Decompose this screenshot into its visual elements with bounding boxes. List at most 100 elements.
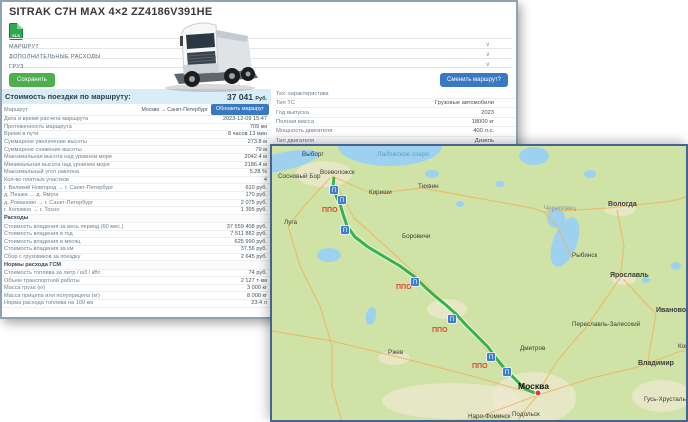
row-value: 2186.4 м <box>244 162 267 168</box>
toll-checkpoint-label: ППО <box>396 284 412 291</box>
map-water <box>495 181 505 187</box>
row-value: 8 000 кг <box>247 293 267 299</box>
specs-panel: Тех. характеристики Тип ТСГрузовые автом… <box>276 89 518 146</box>
row-label: г. Коломно → г. Тосно <box>4 207 59 213</box>
table-row: Тип ТСГрузовые автомобили <box>276 99 518 108</box>
table-row: Максимальная высота над уровнем моря2042… <box>2 154 271 162</box>
map-city-label: Гусь-Хрустальный <box>644 395 686 403</box>
row-label: Масса груза (кг) <box>4 285 45 291</box>
table-row: Стоимость владения в месяц 625 990 руб. <box>2 238 271 246</box>
row-value: 79 м <box>255 147 267 153</box>
cost-panel: Стоимость поездки по маршруту: 37 041 Ру… <box>2 89 271 308</box>
row-label: Объем транспортной работы <box>4 278 80 284</box>
table-row: д. Романово → г. Санкт-Петербург 2 075 ру… <box>2 200 271 208</box>
row-value: 3 000 кг <box>247 285 267 291</box>
table-row: Мощность двигателя400 л.с. <box>276 127 518 136</box>
row-value: 273.8 м <box>248 139 267 145</box>
table-row: Сбор с грузовиков за поездку 2 645 руб. <box>2 254 271 262</box>
table-section-row: Нормы расхода ГСМ <box>2 261 271 270</box>
svg-text:П: П <box>413 280 417 286</box>
toll-marker[interactable]: П <box>487 353 496 362</box>
table-row: Объем транспортной работы 2 127 т·км <box>2 277 271 285</box>
map-city-label: Ладожское озеро <box>376 150 430 158</box>
row-value: 37.56 руб. <box>241 246 267 252</box>
row-label: Год выпуска <box>276 110 309 116</box>
row-value: 2 127 т·км <box>241 278 267 284</box>
table-row: г. Коломно → г. Тосно1 395 руб. <box>2 207 271 215</box>
row-label: д. Романово → г. Санкт-Петербург <box>4 200 93 206</box>
row-label: д. Пешки → д. Ямуга <box>4 192 58 198</box>
map-city-label: Череповец <box>544 205 576 212</box>
map-city-label: Тихвин <box>418 183 439 190</box>
map-city-label: Владимир <box>638 360 674 367</box>
table-row: г. Великий Новгород → г. Санкт-Петербург… <box>2 184 271 192</box>
svg-text:П: П <box>340 198 344 204</box>
table-row: Стоимость топлива за литр / м3 / кВт74 р… <box>2 270 271 278</box>
row-label: Сбор с грузовиков за поездку <box>4 254 80 260</box>
table-row: Кол-во платных участков4 <box>2 177 271 185</box>
toll-marker[interactable]: П <box>503 368 512 377</box>
row-label: Стоимость владения в месяц <box>4 239 80 245</box>
row-value: 8 часов 13 мин <box>228 131 267 137</box>
row-value: 18000 кг <box>472 119 518 125</box>
table-row: Масса груза (кг) 3 000 кг <box>2 285 271 293</box>
map-water <box>671 262 681 270</box>
cost-header-label: Стоимость поездки по маршруту: <box>5 92 131 101</box>
table-row: Максимальный угол наклона5.28 % <box>2 169 271 177</box>
map-city-label: Иваново <box>656 307 686 314</box>
map-city-label: Выборг <box>302 150 324 158</box>
svg-text:П: П <box>343 228 347 234</box>
map-city-label: Вологда <box>608 201 637 208</box>
table-row: Год выпуска2023 <box>276 108 518 117</box>
row-label: Полная масса <box>276 119 314 125</box>
toll-marker[interactable]: П <box>411 278 420 287</box>
cost-rows: Дата и время расчета маршрута2023-12-09 … <box>2 116 271 308</box>
table-row: Протяженность маршрута709 км <box>2 124 271 132</box>
update-route-button[interactable]: Обновить маршрут <box>211 104 269 115</box>
route-row: Маршрут Москва → Санкт-Петербург Обновит… <box>2 104 271 116</box>
map-city-label: Москва <box>518 381 549 391</box>
route-value: Москва → Санкт-Петербург <box>141 107 207 113</box>
map-city-label: Боровичи <box>402 233 431 240</box>
row-label: Минимальная высота над уровнем моря <box>4 162 110 168</box>
toll-checkpoint-label: ППО <box>472 363 488 370</box>
truck-photo <box>152 12 270 94</box>
row-label: Суммарное увеличение высоты <box>4 139 87 145</box>
map-water <box>317 248 341 262</box>
svg-text:П: П <box>332 188 336 194</box>
row-value: 625 990 руб. <box>235 239 267 245</box>
table-row: Время в пути8 часов 13 мин <box>2 131 271 139</box>
map-water <box>519 147 549 165</box>
toll-marker[interactable]: П <box>448 315 457 324</box>
toll-marker[interactable]: П <box>338 196 347 205</box>
row-value: 23.4 л <box>251 300 267 306</box>
table-row: Суммарное снижение высоты 79 м <box>2 146 271 154</box>
map-city-label: Ярославль <box>610 272 649 279</box>
row-label: Тип двигателя <box>276 138 314 144</box>
row-value: 5.28 % <box>250 169 267 175</box>
table-row: Стоимость владения в год7 511 882 руб. <box>2 231 271 239</box>
save-button[interactable]: Сохранить <box>9 73 55 87</box>
change-route-button[interactable]: Сменить маршрут? <box>440 73 508 87</box>
specs-header: Тех. характеристики <box>276 89 518 99</box>
map-water <box>456 201 464 207</box>
table-section-row: Расходы <box>2 215 271 224</box>
row-label: Стоимость владения в год <box>4 231 73 237</box>
map-city-label: Переславль-Залесский <box>572 320 641 328</box>
row-label: г. Великий Новгород → г. Санкт-Петербург <box>4 185 113 191</box>
row-value: 2 075 руб. <box>241 200 267 206</box>
row-value: 37 559 408 руб. <box>227 224 267 230</box>
table-row: Полная масса 18000 кг <box>276 118 518 127</box>
map-water <box>584 170 596 178</box>
toll-marker[interactable]: П <box>330 186 339 195</box>
route-map[interactable]: ППОППОППОППОПППППППВыборгЛадожское озеро… <box>270 144 688 422</box>
specs-rows: Тип ТСГрузовые автомобилиГод выпуска2023… <box>276 99 518 146</box>
row-value: 610 руб. <box>245 185 267 191</box>
map-city-label: Наро-Фоминск <box>468 413 511 420</box>
row-label: Суммарное снижение высоты <box>4 147 82 153</box>
table-row: Дата и время расчета маршрута2023-12-09 … <box>2 116 271 124</box>
table-row: д. Пешки → д. Ямуга170 руб. <box>2 192 271 200</box>
row-value: 2 645 руб. <box>241 254 267 260</box>
map-city-label: Кириши <box>369 189 392 196</box>
toll-marker[interactable]: П <box>341 226 350 235</box>
